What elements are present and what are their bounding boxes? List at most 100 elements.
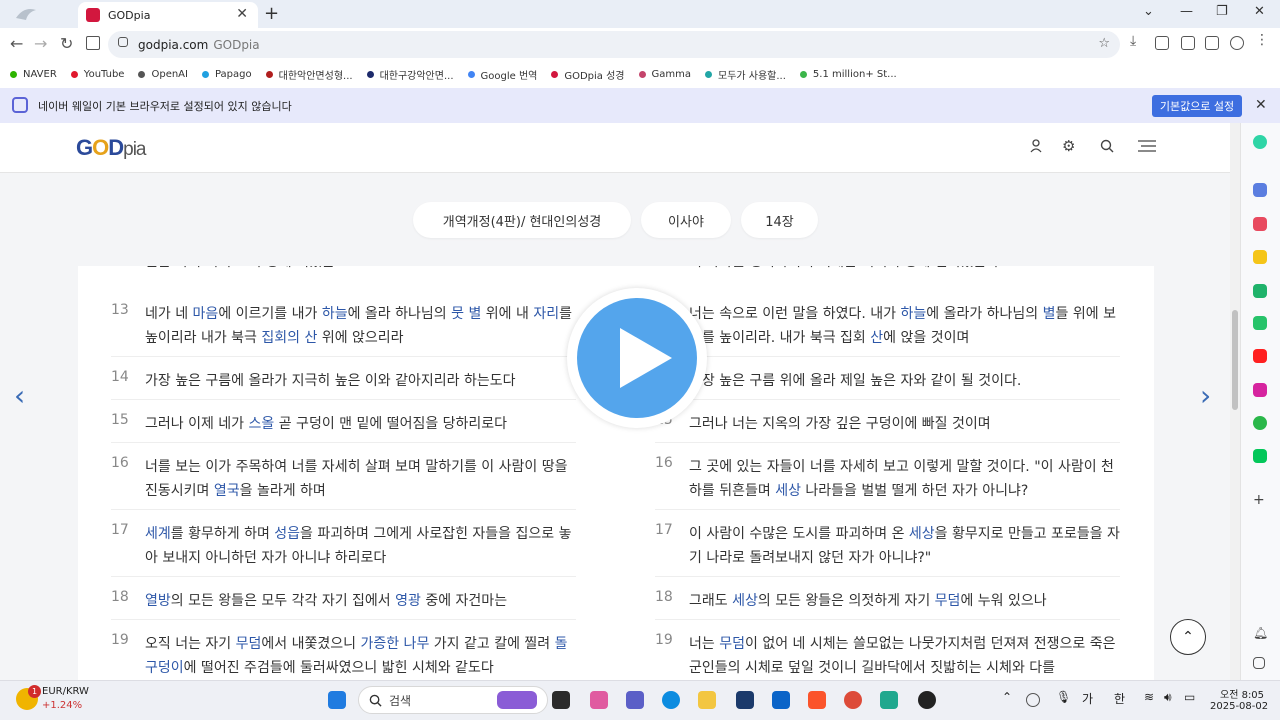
sidebar-youtube-icon[interactable] bbox=[1253, 349, 1267, 363]
tab-godpia[interactable]: GODpia ✕ bbox=[78, 2, 258, 28]
bookmark-item[interactable]: GODpia 성경 bbox=[551, 67, 625, 82]
ime-lang-label[interactable]: 한 bbox=[1114, 690, 1125, 707]
version-selector[interactable]: 개역개정(4판)/ 현대인의성경 bbox=[413, 202, 631, 238]
sidebar-naver-icon[interactable] bbox=[1253, 449, 1267, 463]
bookmark-item[interactable]: Gamma bbox=[638, 69, 691, 80]
inactive-tab[interactable] bbox=[6, 4, 78, 28]
sidebar-translate-icon[interactable] bbox=[1253, 284, 1267, 298]
minimize-button[interactable]: — bbox=[1180, 4, 1193, 19]
outlook-icon[interactable] bbox=[772, 691, 790, 709]
sidebar-toggle-icon[interactable] bbox=[1205, 36, 1219, 50]
profile-icon[interactable] bbox=[1230, 36, 1244, 50]
glossary-link[interactable]: 세계 bbox=[145, 526, 171, 542]
task-view-icon[interactable] bbox=[552, 691, 570, 709]
store-icon[interactable] bbox=[736, 691, 754, 709]
ime-mode-label[interactable]: 가 bbox=[1082, 690, 1093, 707]
wifi-icon[interactable]: ≋ bbox=[1144, 690, 1154, 704]
mic-icon[interactable]: 🎙︎ bbox=[1056, 690, 1071, 704]
glossary-link[interactable]: 뭇 별 bbox=[451, 306, 481, 322]
new-tab-button[interactable]: + bbox=[264, 3, 279, 24]
naver-n-icon[interactable] bbox=[86, 36, 100, 50]
glossary-link[interactable]: 영광 bbox=[395, 593, 421, 609]
bookmark-item[interactable]: 대한악안면성형... bbox=[265, 67, 353, 82]
glossary-link[interactable]: 마음 bbox=[193, 306, 219, 322]
tab-search-button[interactable]: ⌄ bbox=[1143, 4, 1154, 19]
reload-button[interactable]: ↻ bbox=[60, 34, 73, 53]
gear-icon[interactable]: ⚙ bbox=[1062, 137, 1075, 155]
book-selector[interactable]: 이사야 bbox=[641, 202, 731, 238]
scrollbar-thumb[interactable] bbox=[1232, 310, 1238, 410]
sidebar-star-icon[interactable] bbox=[1253, 250, 1267, 264]
bookmark-item[interactable]: 모두가 사용할... bbox=[705, 67, 786, 82]
clock-date[interactable]: 2025-08-02 bbox=[1210, 701, 1268, 712]
glossary-link[interactable]: 하늘 bbox=[900, 306, 926, 322]
menu-dots-icon[interactable]: ⋮ bbox=[1255, 32, 1269, 48]
chrome-icon[interactable] bbox=[844, 691, 862, 709]
sidebar-pocket-icon[interactable] bbox=[1253, 217, 1267, 231]
bookmark-item[interactable]: 5.1 million+ St... bbox=[799, 69, 897, 80]
tab-close-button[interactable]: ✕ bbox=[236, 6, 248, 22]
glossary-link[interactable]: 열국 bbox=[214, 483, 240, 499]
sidebar-stock-icon[interactable] bbox=[1253, 416, 1267, 430]
sidebar-chat-icon[interactable] bbox=[1253, 316, 1267, 330]
chapter-selector[interactable]: 14장 bbox=[741, 202, 818, 238]
bookmark-item[interactable]: Google 번역 bbox=[467, 67, 537, 82]
bookmark-item[interactable]: OpenAI bbox=[138, 69, 188, 80]
glossary-link[interactable]: 세상 bbox=[775, 483, 801, 499]
glossary-link[interactable]: 성읍 bbox=[274, 526, 300, 542]
windows-start-icon[interactable] bbox=[328, 691, 346, 709]
bookmark-item[interactable]: NAVER bbox=[10, 69, 57, 80]
sidebar-bell-icon[interactable]: 🔔︎ bbox=[1253, 626, 1268, 640]
sidebar-whale-icon[interactable] bbox=[1253, 135, 1267, 149]
taskbar-search[interactable]: 검색 bbox=[358, 686, 548, 714]
godpia-logo[interactable]: GODpia bbox=[76, 135, 147, 161]
glossary-link[interactable]: 세상 bbox=[732, 593, 758, 609]
bookmark-item[interactable]: YouTube bbox=[70, 69, 124, 80]
hamburger-menu-icon[interactable] bbox=[1138, 139, 1156, 157]
download-icon[interactable]: ⤓ bbox=[1130, 33, 1144, 49]
video-icon[interactable] bbox=[1155, 36, 1169, 50]
glossary-link[interactable]: 산 bbox=[870, 330, 883, 346]
search-icon[interactable] bbox=[1100, 139, 1114, 157]
forward-button[interactable]: → bbox=[34, 34, 47, 53]
clock-time[interactable]: 오전 8:05 bbox=[1220, 686, 1264, 701]
bookmark-star-icon[interactable]: ☆ bbox=[1098, 36, 1110, 51]
copilot-icon[interactable] bbox=[590, 691, 608, 709]
currency-label[interactable]: EUR/KRW bbox=[42, 686, 89, 697]
set-default-button[interactable]: 기본값으로 설정 bbox=[1152, 95, 1242, 117]
prev-chapter-arrow[interactable]: ‹ bbox=[14, 379, 25, 412]
next-chapter-arrow[interactable]: › bbox=[1200, 379, 1211, 412]
site-info-icon[interactable] bbox=[118, 37, 128, 47]
bookmark-item[interactable]: Papago bbox=[201, 69, 252, 80]
glossary-link[interactable]: 열방 bbox=[145, 593, 171, 609]
sync-icon[interactable] bbox=[1026, 693, 1040, 707]
scroll-to-top-button[interactable]: ⌃ bbox=[1170, 619, 1206, 655]
sidebar-add-icon[interactable]: + bbox=[1253, 492, 1267, 508]
glossary-link[interactable]: 스올 bbox=[249, 416, 275, 432]
media-app-icon[interactable] bbox=[918, 691, 936, 709]
glossary-link[interactable]: 무덤 bbox=[935, 593, 961, 609]
glossary-link[interactable]: 집회의 산 bbox=[261, 330, 317, 346]
glossary-link[interactable]: 무덤 bbox=[719, 636, 745, 652]
glossary-link[interactable]: 하늘 bbox=[322, 306, 348, 322]
volume-icon[interactable]: 🔊︎ bbox=[1164, 690, 1172, 705]
edge-icon[interactable] bbox=[662, 691, 680, 709]
restore-button[interactable]: ❐ bbox=[1216, 4, 1228, 19]
glossary-link[interactable]: 가증한 나무 bbox=[360, 636, 429, 652]
close-window-button[interactable]: ✕ bbox=[1254, 4, 1265, 19]
battery-icon[interactable]: ▭ bbox=[1184, 690, 1195, 704]
sidebar-layout-icon[interactable] bbox=[1253, 657, 1265, 669]
file-explorer-icon[interactable] bbox=[698, 691, 716, 709]
sidebar-calendar-icon[interactable] bbox=[1253, 183, 1267, 197]
user-settings-icon[interactable] bbox=[1030, 139, 1044, 157]
back-button[interactable]: ← bbox=[10, 34, 23, 53]
teams-icon[interactable] bbox=[626, 691, 644, 709]
bookmark-item[interactable]: 대한구강악안면... bbox=[366, 67, 454, 82]
brave-icon[interactable] bbox=[808, 691, 826, 709]
glossary-link[interactable]: 별 bbox=[1043, 306, 1056, 322]
tray-overflow-icon[interactable]: ⌃ bbox=[1002, 690, 1012, 704]
glossary-link[interactable]: 무덤 bbox=[236, 636, 262, 652]
sidebar-instagram-icon[interactable] bbox=[1253, 383, 1267, 397]
glossary-link[interactable]: 세상 bbox=[909, 526, 935, 542]
infobar-close-button[interactable]: ✕ bbox=[1255, 97, 1267, 113]
